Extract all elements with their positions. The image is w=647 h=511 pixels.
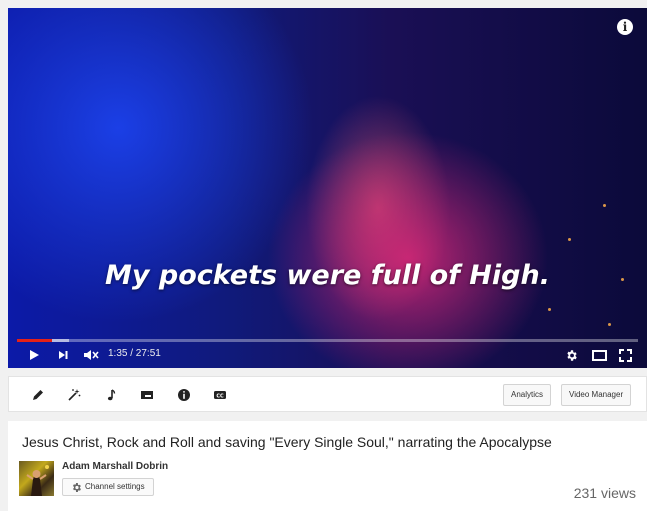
info-icon[interactable]: i [617,19,633,35]
channel-avatar[interactable] [19,461,54,496]
pencil-icon [33,390,43,400]
stage-light [603,204,606,207]
video-caption: My pockets were full of High. [105,260,550,291]
stage-light [568,238,571,241]
progress-bar[interactable] [17,339,638,342]
stage-light [548,308,551,311]
settings-button[interactable] [563,344,579,366]
next-icon [59,351,68,359]
fullscreen-button[interactable] [617,344,633,366]
stage-light [608,323,611,326]
next-button[interactable] [55,344,71,366]
analytics-button[interactable]: Analytics [503,384,552,406]
enhancements-button[interactable] [30,387,46,403]
channel-name[interactable]: Adam Marshall Dobrin [62,461,168,472]
fullscreen-icon [618,348,632,362]
svg-text:CC: CC [216,393,224,399]
progress-buffered [52,339,69,342]
gear-icon [73,483,81,492]
info-icon [178,389,190,401]
volume-muted-icon [84,350,99,360]
audio-button[interactable] [103,387,119,403]
magic-wand-icon [68,389,81,401]
video-player[interactable]: i My pockets were full of High. 1:35 / 2… [8,8,647,368]
music-note-icon [107,389,116,401]
video-info-panel: Jesus Christ, Rock and Roll and saving "… [8,421,647,511]
avatar [26,465,49,496]
progress-played [17,339,53,342]
gear-icon [566,349,577,361]
annotations-button[interactable] [139,387,155,403]
channel-settings-button[interactable]: Channel settings [62,478,154,496]
view-count: 231 views [573,485,636,501]
video-manager-button[interactable]: Video Manager [561,384,632,406]
play-button[interactable] [26,344,42,366]
annotation-icon [141,391,153,399]
theater-mode-icon [591,349,607,361]
cards-button[interactable] [176,387,192,403]
cc-icon: CC [214,391,226,399]
player-controls: 1:35 / 27:51 [8,344,647,366]
effects-button[interactable] [66,387,82,403]
mute-button[interactable] [82,344,100,366]
channel-settings-label: Channel settings [85,482,145,491]
video-title: Jesus Christ, Rock and Roll and saving "… [22,434,552,450]
creator-toolbar: CC Analytics Video Manager [8,376,647,412]
play-icon [30,350,39,360]
time-display: 1:35 / 27:51 [108,348,161,359]
subtitles-button[interactable]: CC [212,387,228,403]
theater-mode-button[interactable] [590,344,608,366]
